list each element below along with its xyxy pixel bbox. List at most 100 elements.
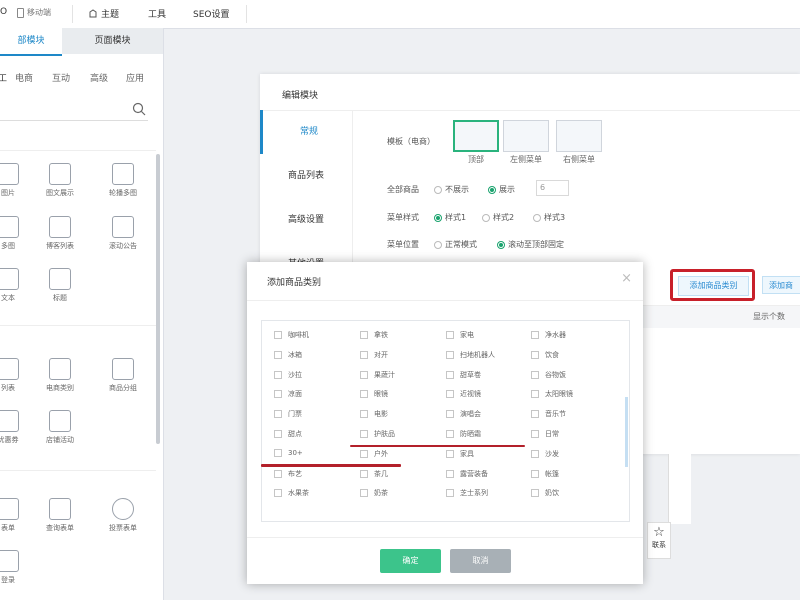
- menu-style-1[interactable]: 样式1: [434, 212, 466, 223]
- checkbox-box[interactable]: [360, 489, 368, 498]
- category-checkbox[interactable]: 露营装备: [446, 469, 488, 479]
- contact-strip[interactable]: [668, 454, 691, 524]
- checkbox-box[interactable]: [531, 449, 539, 458]
- template-left-menu[interactable]: [503, 120, 549, 152]
- component-shop-activity[interactable]: 店铺活动: [32, 410, 88, 445]
- component-login[interactable]: 登录: [0, 550, 36, 585]
- category-checkbox[interactable]: 帐篷: [531, 469, 559, 479]
- checkbox-box[interactable]: [360, 390, 368, 399]
- checkbox-box[interactable]: [360, 469, 368, 478]
- menu-general[interactable]: 常规: [260, 110, 355, 154]
- category-checkbox[interactable]: 日常: [531, 429, 559, 439]
- checkbox-box[interactable]: [274, 370, 282, 379]
- category-checkbox[interactable]: 净水器: [531, 330, 566, 340]
- checkbox-box[interactable]: [531, 350, 539, 359]
- component-image[interactable]: 图片: [0, 163, 36, 198]
- checkbox-box[interactable]: [360, 410, 368, 419]
- component-form[interactable]: 表单: [0, 498, 36, 533]
- checkbox-box[interactable]: [274, 469, 282, 478]
- category-checkbox[interactable]: 防晒霜: [446, 429, 481, 439]
- category-checkbox[interactable]: 芝士系列: [446, 488, 488, 498]
- component-group[interactable]: 商品分组: [95, 358, 151, 393]
- device-switch[interactable]: 移动端: [17, 7, 51, 18]
- theme-button[interactable]: 主题: [88, 7, 119, 20]
- checkbox-box[interactable]: [360, 350, 368, 359]
- checkbox-box[interactable]: [274, 350, 282, 359]
- menu-goods-list[interactable]: 商品列表: [260, 154, 352, 198]
- checkbox-box[interactable]: [531, 430, 539, 438]
- component-blog-list[interactable]: 博客列表: [32, 216, 88, 251]
- category-interact[interactable]: 互动: [52, 71, 70, 84]
- category-checkbox[interactable]: 咖啡机: [274, 330, 309, 340]
- category-checkbox[interactable]: 果蔬汁: [360, 370, 395, 380]
- grid-scrollbar[interactable]: [625, 397, 628, 467]
- category-checkbox[interactable]: 沙拉: [274, 370, 302, 380]
- menu-position-normal[interactable]: 正常模式: [434, 239, 477, 250]
- category-checkbox[interactable]: 家电: [446, 330, 474, 340]
- checkbox-box[interactable]: [531, 390, 539, 399]
- checkbox-box[interactable]: [446, 390, 454, 399]
- component-category[interactable]: 电商类别: [32, 358, 88, 393]
- add-goods-button[interactable]: 添加商: [762, 276, 800, 294]
- category-checkbox[interactable]: 水果茶: [274, 488, 309, 498]
- template-right-menu[interactable]: [556, 120, 602, 152]
- checkbox-box[interactable]: [446, 430, 454, 438]
- all-goods-show[interactable]: 展示: [488, 184, 515, 195]
- component-multi-image[interactable]: 多图: [0, 216, 36, 251]
- category-checkbox[interactable]: 冰箱: [274, 350, 302, 360]
- checkbox-box[interactable]: [446, 331, 454, 339]
- confirm-button[interactable]: 确定: [380, 549, 441, 573]
- checkbox-box[interactable]: [531, 469, 539, 478]
- category-checkbox[interactable]: 对开: [360, 350, 388, 360]
- checkbox-box[interactable]: [531, 410, 539, 419]
- checkbox-box[interactable]: [446, 350, 454, 359]
- category-checkbox[interactable]: 眼镜: [360, 389, 388, 399]
- category-checkbox[interactable]: 近视镜: [446, 389, 481, 399]
- all-goods-count-input[interactable]: 6: [536, 180, 569, 196]
- category-checkbox[interactable]: 谷物饭: [531, 370, 566, 380]
- component-text[interactable]: 文本: [0, 268, 36, 303]
- checkbox-box[interactable]: [531, 489, 539, 498]
- category-checkbox[interactable]: 饮食: [531, 350, 559, 360]
- component-carousel[interactable]: 轮播多图: [95, 163, 151, 198]
- category-ecommerce[interactable]: 电商: [15, 71, 33, 84]
- component-list[interactable]: 列表: [0, 358, 36, 393]
- component-coupon[interactable]: 优惠券: [0, 410, 36, 445]
- all-goods-hide[interactable]: 不展示: [434, 184, 469, 195]
- checkbox-box[interactable]: [360, 331, 368, 339]
- checkbox-box[interactable]: [446, 410, 454, 419]
- category-advanced[interactable]: 高级: [90, 71, 108, 84]
- component-search[interactable]: [0, 96, 148, 121]
- category-checkbox[interactable]: 护肤品: [360, 429, 395, 439]
- close-icon[interactable]: ×: [621, 271, 632, 286]
- category-checkbox[interactable]: 电影: [360, 409, 388, 419]
- category-checkbox[interactable]: 演唱会: [446, 409, 481, 419]
- category-checkbox[interactable]: 扫地机器人: [446, 350, 495, 360]
- menu-style-3[interactable]: 样式3: [533, 212, 565, 223]
- checkbox-box[interactable]: [360, 449, 368, 458]
- category-checkbox[interactable]: 家具: [446, 449, 474, 459]
- category-checkbox[interactable]: 沙发: [531, 449, 559, 459]
- checkbox-box[interactable]: [274, 430, 282, 438]
- template-top[interactable]: [453, 120, 499, 152]
- tab-module[interactable]: 部模块: [0, 28, 62, 56]
- contact-button[interactable]: ☆ 联系: [647, 522, 671, 559]
- category-checkbox[interactable]: 户外: [360, 449, 388, 459]
- category-checkbox[interactable]: 甜点: [274, 429, 302, 439]
- checkbox-box[interactable]: [274, 331, 282, 339]
- component-query-form[interactable]: 查询表单: [32, 498, 88, 533]
- sidebar-scrollbar[interactable]: [156, 154, 160, 444]
- checkbox-box[interactable]: [274, 410, 282, 419]
- checkbox-box[interactable]: [531, 331, 539, 339]
- checkbox-box[interactable]: [446, 449, 454, 458]
- cancel-button[interactable]: 取消: [450, 549, 511, 573]
- category-checkbox[interactable]: 拿铁: [360, 330, 388, 340]
- checkbox-box[interactable]: [360, 430, 368, 438]
- search-icon[interactable]: [132, 102, 146, 116]
- checkbox-box[interactable]: [446, 370, 454, 379]
- checkbox-box[interactable]: [274, 390, 282, 399]
- category-checkbox[interactable]: 奶饮: [531, 488, 559, 498]
- category-app[interactable]: 应用: [126, 71, 144, 84]
- category-fragment[interactable]: 工: [0, 71, 7, 84]
- add-category-button[interactable]: 添加商品类别: [678, 276, 749, 296]
